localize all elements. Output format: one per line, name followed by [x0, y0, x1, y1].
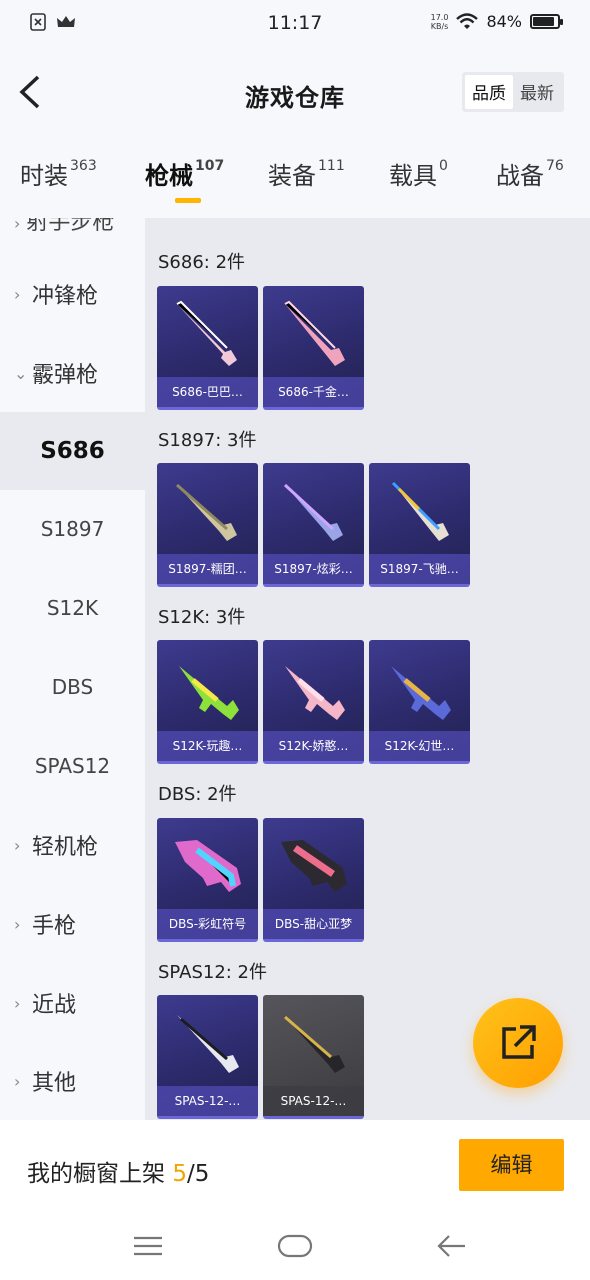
rifle-icon: [391, 666, 451, 720]
sidebar-item-shotgun[interactable]: ⌄ 霰弹枪: [0, 334, 145, 412]
weapon-grid: S686: 2件 S686-巴巴… S686-千金… S1897: 3件 S18…: [145, 218, 590, 1120]
group-title-s12k: S12K: 3件: [158, 607, 246, 628]
chevron-right-icon: ›: [14, 835, 21, 855]
sort-quality-button[interactable]: 品质: [465, 75, 513, 109]
item-card[interactable]: SPAS-12-…: [157, 995, 258, 1119]
back-nav-icon[interactable]: [435, 1230, 467, 1262]
shotgun-icon: [177, 1015, 239, 1073]
sidebar-item-dbs[interactable]: DBS: [0, 648, 145, 726]
edit-button[interactable]: 编辑: [459, 1139, 564, 1191]
bullpup-shotgun-icon: [175, 840, 241, 892]
item-card[interactable]: S1897-飞驰…: [369, 463, 470, 587]
shotgun-icon: [176, 483, 237, 541]
group-title-s686: S686: 2件: [158, 252, 246, 273]
chevron-right-icon: ›: [14, 1071, 21, 1091]
sidebar-item-smg[interactable]: › 冲锋枪: [0, 255, 145, 333]
item-label: S1897-炫彩…: [263, 554, 364, 584]
chevron-down-icon: ⌄: [14, 363, 28, 383]
item-card[interactable]: S1897-糯团…: [157, 463, 258, 587]
shotgun-icon: [283, 483, 343, 541]
wifi-icon: [456, 13, 479, 29]
showcase-bar: 我的橱窗上架 5/5 编辑: [0, 1120, 590, 1216]
sidebar-item-lmg[interactable]: › 轻机枪: [0, 806, 145, 884]
sidebar-item-other[interactable]: › 其他: [0, 1042, 145, 1120]
sort-toggle: 品质 最新: [462, 72, 564, 112]
item-label: S12K-玩趣…: [157, 731, 258, 761]
item-label: DBS-甜心亚梦: [263, 909, 364, 939]
sidebar-item-spas12[interactable]: SPAS12: [0, 727, 145, 805]
item-label: SPAS-12-…: [263, 1086, 364, 1116]
item-card[interactable]: S12K-娇憨…: [263, 640, 364, 764]
chevron-right-icon: ›: [14, 284, 21, 304]
item-label: S1897-糯团…: [157, 554, 258, 584]
category-tabs: 时装 363 枪械 107 装备 111 载具 0 战备 76: [0, 142, 590, 218]
item-card[interactable]: S686-巴巴…: [157, 286, 258, 410]
group-title-s1897: S1897: 3件: [158, 430, 257, 451]
battery-percent: 84%: [486, 12, 522, 31]
sidebar-item-pistol[interactable]: › 手枪: [0, 885, 145, 963]
share-icon: [502, 1025, 536, 1059]
chevron-right-icon: ›: [14, 914, 21, 934]
tab-vehicles[interactable]: 载具 0: [389, 156, 448, 191]
shotgun-icon: [176, 300, 237, 366]
group-title-dbs: DBS: 2件: [158, 784, 237, 805]
item-label: DBS-彩虹符号: [157, 909, 258, 939]
item-label: S1897-飞驰…: [369, 554, 470, 584]
sort-latest-button[interactable]: 最新: [513, 75, 561, 109]
sidebar-item-partial[interactable]: › 射手步枪: [14, 218, 114, 236]
item-card[interactable]: DBS-甜心亚梦: [263, 818, 364, 942]
item-card[interactable]: S686-千金…: [263, 286, 364, 410]
chevron-right-icon: ›: [14, 993, 21, 1013]
item-card[interactable]: S12K-玩趣…: [157, 640, 258, 764]
active-tab-indicator: [175, 198, 201, 203]
item-label: S12K-幻世…: [369, 731, 470, 761]
item-card[interactable]: SPAS-12-…: [263, 995, 364, 1119]
item-card[interactable]: DBS-彩虹符号: [157, 818, 258, 942]
showcase-status: 我的橱窗上架 5/5: [27, 1161, 210, 1187]
system-nav-bar: [0, 1216, 590, 1280]
item-label: SPAS-12-…: [157, 1086, 258, 1116]
share-button[interactable]: [473, 998, 563, 1088]
shotgun-icon: [284, 300, 345, 366]
tab-equipment[interactable]: 装备 111: [268, 156, 345, 191]
item-card[interactable]: S12K-幻世…: [369, 640, 470, 764]
item-card[interactable]: S1897-炫彩…: [263, 463, 364, 587]
shotgun-icon: [391, 481, 449, 541]
sidebar-item-s12k[interactable]: S12K: [0, 569, 145, 647]
sidebar-item-s1897[interactable]: S1897: [0, 490, 145, 568]
bullpup-shotgun-icon: [281, 840, 347, 892]
tab-fashion[interactable]: 时装 363: [20, 156, 97, 191]
menu-icon[interactable]: [132, 1230, 164, 1262]
app-header: 游戏仓库 品质 最新: [0, 46, 590, 142]
group-title-spas12: SPAS12: 2件: [158, 962, 268, 983]
battery-icon: [530, 14, 563, 29]
sidebar-item-s686[interactable]: S686: [0, 412, 145, 490]
tab-supplies[interactable]: 战备 76: [496, 156, 564, 191]
rifle-icon: [285, 666, 345, 720]
status-icons-right: 17.0 KB/s 84%: [430, 12, 563, 31]
item-label: S12K-娇憨…: [263, 731, 364, 761]
status-bar: 11:17 17.0 KB/s 84%: [0, 0, 590, 46]
net-speed: 17.0 KB/s: [430, 12, 449, 31]
tab-guns[interactable]: 枪械 107: [145, 156, 224, 203]
item-label: S686-巴巴…: [157, 377, 258, 407]
shotgun-icon: [283, 1015, 345, 1073]
home-icon[interactable]: [277, 1230, 313, 1262]
sidebar-item-melee[interactable]: › 近战: [0, 964, 145, 1042]
weapon-category-sidebar: › 射手步枪 › 冲锋枪 ⌄ 霰弹枪 S686 S1897 S12K DBS SPAS…: [0, 218, 145, 1120]
item-label: S686-千金…: [263, 377, 364, 407]
rifle-icon: [179, 666, 239, 720]
